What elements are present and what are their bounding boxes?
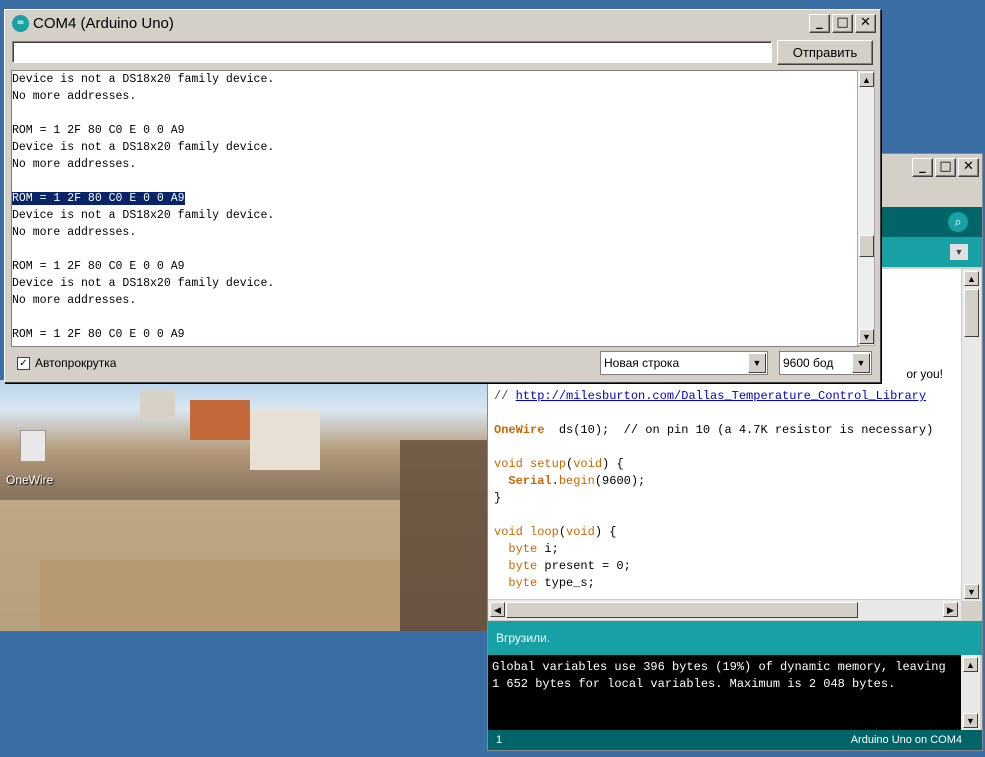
code-line: // http://milesburton.com/Dallas_Tempera…	[494, 389, 927, 403]
building	[140, 390, 175, 420]
scroll-down-arrow[interactable]: ▼	[963, 713, 978, 728]
building	[40, 560, 400, 631]
window-title: COM4 (Arduino Uno)	[33, 15, 174, 32]
line-number: 1	[496, 734, 503, 746]
scroll-thumb[interactable]	[964, 289, 979, 337]
desktop-wallpaper	[0, 380, 492, 631]
send-button[interactable]: Отправить	[777, 40, 873, 65]
scroll-up-arrow[interactable]: ▲	[963, 657, 978, 672]
baud-rate-select[interactable]: 9600 бод ▼	[779, 351, 872, 375]
scroll-down-arrow[interactable]: ▼	[859, 329, 874, 344]
console-vscrollbar[interactable]: ▲ ▼	[961, 655, 980, 730]
baud-rate-value: 9600 бод	[783, 356, 834, 370]
output-line: Device is not a DS18x20 family device.	[12, 73, 275, 86]
arduino-icon: ∞	[12, 15, 29, 32]
code-line: OneWire ds(10); // on pin 10 (a 4.7K res…	[494, 423, 934, 437]
building	[190, 400, 250, 440]
autoscroll-toggle[interactable]: ✓ Автопрокрутка	[17, 356, 116, 370]
send-input[interactable]	[12, 41, 772, 63]
code-line: Serial.begin(9600);	[508, 474, 646, 488]
chevron-down-icon[interactable]: ▼	[852, 353, 870, 373]
maximize-button[interactable]: □	[935, 158, 956, 177]
output-line: No more addresses.	[12, 294, 137, 307]
desktop-icon[interactable]	[20, 430, 46, 462]
output-line: Device is not a DS18x20 family device.	[12, 277, 275, 290]
serial-monitor-window: ∞ COM4 (Arduino Uno) _ □ ✕ Отправить Dev…	[4, 9, 881, 383]
code-link[interactable]: http://milesburton.com/Dallas_Temperatur…	[516, 389, 926, 403]
line-ending-select[interactable]: Новая строка ▼	[600, 351, 768, 375]
scroll-down-arrow[interactable]: ▼	[964, 584, 979, 599]
console-output: Global variables use 396 bytes (19%) of …	[488, 655, 961, 730]
output-line: No more addresses.	[12, 158, 137, 171]
line-ending-value: Новая строка	[604, 356, 680, 370]
minimize-button[interactable]: _	[809, 14, 830, 33]
minimize-button[interactable]: _	[912, 158, 933, 177]
maximize-button[interactable]: □	[832, 14, 853, 33]
output-line: ROM = 1 2F 80 C0 E 0 0 A9	[12, 192, 185, 205]
board-port: Arduino Uno on COM4	[850, 734, 962, 746]
editor-vscrollbar[interactable]: ▲ ▼	[961, 269, 981, 601]
code-line: }	[494, 491, 502, 505]
building	[250, 410, 320, 470]
code-line: void loop(void) {	[494, 525, 617, 539]
serial-output[interactable]: Device is not a DS18x20 family device. No…	[11, 70, 859, 347]
tab-menu-icon[interactable]: ▼	[950, 244, 968, 260]
close-button[interactable]: ✕	[855, 14, 876, 33]
output-vscrollbar[interactable]: ▲ ▼	[857, 70, 875, 346]
hscroll-thumb[interactable]	[506, 602, 858, 618]
scroll-right-arrow[interactable]: ▶	[943, 602, 958, 617]
code-line: byte i;	[508, 542, 559, 556]
scroll-left-arrow[interactable]: ◀	[490, 602, 505, 617]
trees	[400, 440, 492, 631]
scroll-thumb[interactable]	[859, 235, 874, 257]
code-line: void setup(void) {	[494, 457, 624, 471]
console-line: Global variables use 396 bytes (19%) of …	[492, 660, 946, 674]
output-line: ROM = 1 2F 80 C0 E 0 0 A9	[12, 328, 185, 341]
ide-footer: 1 Arduino Uno on COM4	[488, 730, 982, 750]
serial-monitor-icon[interactable]: ⌕	[948, 212, 968, 232]
chevron-down-icon[interactable]: ▼	[748, 353, 766, 373]
output-line: Device is not a DS18x20 family device.	[12, 141, 275, 154]
close-button[interactable]: ✕	[958, 158, 979, 177]
console-line: 1 652 bytes for local variables. Maximum…	[492, 677, 896, 691]
autoscroll-label: Автопрокрутка	[35, 356, 117, 370]
serial-titlebar[interactable]: ∞ COM4 (Arduino Uno) _ □ ✕	[5, 10, 880, 36]
output-line: No more addresses.	[12, 90, 137, 103]
output-line: Device is not a DS18x20 family device.	[12, 209, 275, 222]
output-line: ROM = 1 2F 80 C0 E 0 0 A9	[12, 260, 185, 273]
autoscroll-checkbox[interactable]: ✓	[17, 356, 30, 370]
desktop-icon-label[interactable]: OneWire	[6, 473, 53, 487]
code-line: byte present = 0;	[508, 559, 631, 573]
editor-hscrollbar[interactable]: ◀ ▶	[488, 599, 961, 620]
output-line: ROM = 1 2F 80 C0 E 0 0 A9	[12, 124, 185, 137]
code-line: byte type_s;	[508, 576, 595, 590]
scroll-up-arrow[interactable]: ▲	[859, 72, 874, 87]
status-bar: Вгрузили.	[488, 621, 982, 655]
output-line: No more addresses.	[12, 226, 137, 239]
scroll-up-arrow[interactable]: ▲	[964, 271, 979, 286]
